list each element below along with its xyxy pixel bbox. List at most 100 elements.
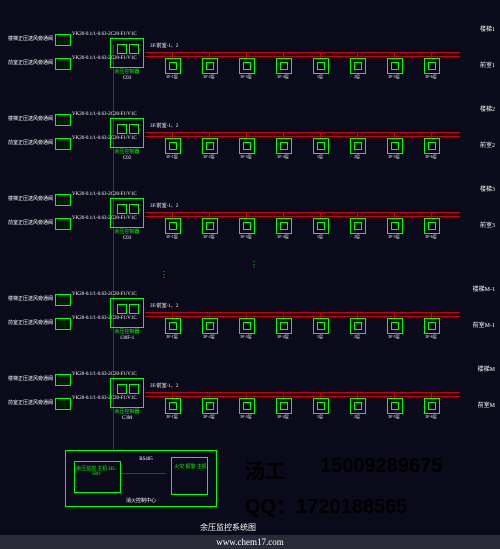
sensor-box <box>387 318 403 334</box>
anteroom-label: 前室3 <box>480 220 495 229</box>
sensor-box <box>387 218 403 234</box>
sensor-box <box>387 58 403 74</box>
damper-stair-label: 楼梯正压送风旁通阀 <box>8 195 50 202</box>
controller-label: 余压控制器 <box>110 328 144 335</box>
controller-label: 余压控制器 <box>110 68 144 75</box>
sensor-label: 3F-1层 <box>163 414 181 420</box>
sensor-box <box>276 138 292 154</box>
anteroom-label: 前室M-1 <box>473 320 495 329</box>
sensor-label: 3F-4层 <box>274 154 292 160</box>
damper-code-1: VK20-0.1/1-0.63-2C20-F1/V1C <box>72 372 137 377</box>
monitor-center-box: 余压监控 主机 HL-H01 火灾 报警 主机 RS485 消火控制中心 <box>65 450 217 507</box>
controller-id: C3M <box>110 416 144 421</box>
sensor-label: 3F-1层 <box>163 234 181 240</box>
contact-phone: 15009289675 <box>320 455 442 478</box>
sensor-label: 3F-2层 <box>200 234 218 240</box>
sensor-box <box>424 318 440 334</box>
sensor-box <box>202 218 218 234</box>
sensor-label: 3F-4层 <box>274 414 292 420</box>
sensor-label: 2层 <box>348 154 366 160</box>
sensor-label: 2层 <box>348 74 366 80</box>
damper-anteroom <box>55 318 71 330</box>
sensor-label: 3F-5层 <box>385 414 403 420</box>
node-label: 3F/前室-1、2 <box>150 302 178 309</box>
damper-stair-label: 楼梯正压送风旁通阀 <box>8 375 50 382</box>
sensor-box <box>313 218 329 234</box>
node-label: 3F/前室-1、2 <box>150 122 178 129</box>
system-row-0: 楼梯正压送风旁通阀VK20-0.1/1-0.63-2C20-F1/V1C前室正压… <box>50 30 485 100</box>
sensor-box <box>239 398 255 414</box>
stair-label: 楼梯M <box>478 364 495 373</box>
controller-id: 130F-1 <box>110 336 144 341</box>
sensor-box <box>424 398 440 414</box>
system-row-1: 楼梯正压送风旁通阀VK20-0.1/1-0.63-2C20-F1/V1C前室正压… <box>50 110 485 180</box>
sensor-label: 3F-5层 <box>385 334 403 340</box>
sensor-label: 3F-2层 <box>200 414 218 420</box>
sensor-box <box>202 318 218 334</box>
sensor-label: 3F-5层 <box>385 154 403 160</box>
node-label: 3F/前室-1、2 <box>150 202 178 209</box>
sensor-box <box>239 318 255 334</box>
fire-alarm-label: 火灾 报警 主机 <box>173 463 208 470</box>
controller-box <box>110 38 144 68</box>
damper-anteroom <box>55 398 71 410</box>
sensor-label: 3F-5层 <box>385 74 403 80</box>
sensor-box <box>387 398 403 414</box>
sensor-label: 1层 <box>311 234 329 240</box>
sensor-box <box>239 218 255 234</box>
system-row-4: 楼梯正压送风旁通阀VK20-0.1/1-0.63-2C20-F1/V1C前室正压… <box>50 370 485 440</box>
sensor-box <box>350 58 366 74</box>
sensor-box <box>276 58 292 74</box>
anteroom-label: 前室2 <box>480 140 495 149</box>
sensor-box <box>276 398 292 414</box>
monitor-link <box>121 473 166 474</box>
sensor-label: 3F-4层 <box>274 234 292 240</box>
controller-label: 余压控制器 <box>110 148 144 155</box>
damper-anteroom-label: 前室正压送风旁通阀 <box>8 59 50 66</box>
sensor-label: 3F-6层 <box>422 234 440 240</box>
sensor-box <box>350 398 366 414</box>
sensor-label: 3F-1层 <box>163 334 181 340</box>
controller-box <box>110 378 144 408</box>
bus-line-top <box>145 312 460 313</box>
sensor-box <box>239 138 255 154</box>
damper-stair <box>55 114 71 126</box>
sensor-box <box>165 318 181 334</box>
sensor-label: 1层 <box>311 74 329 80</box>
sensor-label: 3F-6层 <box>422 414 440 420</box>
node-label: 3F/前室-1、2 <box>150 382 178 389</box>
sensor-box <box>165 58 181 74</box>
bus-line-bot <box>145 216 460 217</box>
sensor-box <box>202 138 218 154</box>
sensor-label: 3F-2层 <box>200 154 218 160</box>
damper-code-1: VK20-0.1/1-0.63-2C20-F1/V1C <box>72 192 137 197</box>
bus-line-bot <box>145 136 460 137</box>
diagram-title: 余压监控系统图 <box>200 522 256 533</box>
sensor-label: 3F-3层 <box>237 154 255 160</box>
sensor-box <box>350 318 366 334</box>
sensor-label: 3F-1层 <box>163 154 181 160</box>
damper-anteroom <box>55 58 71 70</box>
damper-anteroom-label: 前室正压送风旁通阀 <box>8 399 50 406</box>
sensor-label: 3F-3层 <box>237 74 255 80</box>
damper-anteroom <box>55 218 71 230</box>
sensor-box <box>387 138 403 154</box>
sensor-label: 3F-3层 <box>237 334 255 340</box>
contact-qq: QQ：1720188565 <box>245 490 407 519</box>
controller-box <box>110 118 144 148</box>
vertical-ellipsis-2: ⋮ <box>160 270 170 279</box>
sensor-box <box>424 218 440 234</box>
watermark-bar: www.chem17.com <box>0 535 500 549</box>
sensor-box <box>276 318 292 334</box>
sensor-label: 1层 <box>311 334 329 340</box>
stair-label: 楼梯M-1 <box>473 284 495 293</box>
bus-line-top <box>145 212 460 213</box>
bus-line-bot <box>145 396 460 397</box>
damper-anteroom <box>55 138 71 150</box>
damper-code-1: VK20-0.1/1-0.63-2C20-F1/V1C <box>72 32 137 37</box>
sensor-label: 2层 <box>348 414 366 420</box>
sensor-box <box>313 138 329 154</box>
anteroom-label: 前室1 <box>480 60 495 69</box>
system-row-3: 楼梯正压送风旁通阀VK20-0.1/1-0.63-2C20-F1/V1C前室正压… <box>50 290 485 360</box>
sensor-box <box>165 138 181 154</box>
